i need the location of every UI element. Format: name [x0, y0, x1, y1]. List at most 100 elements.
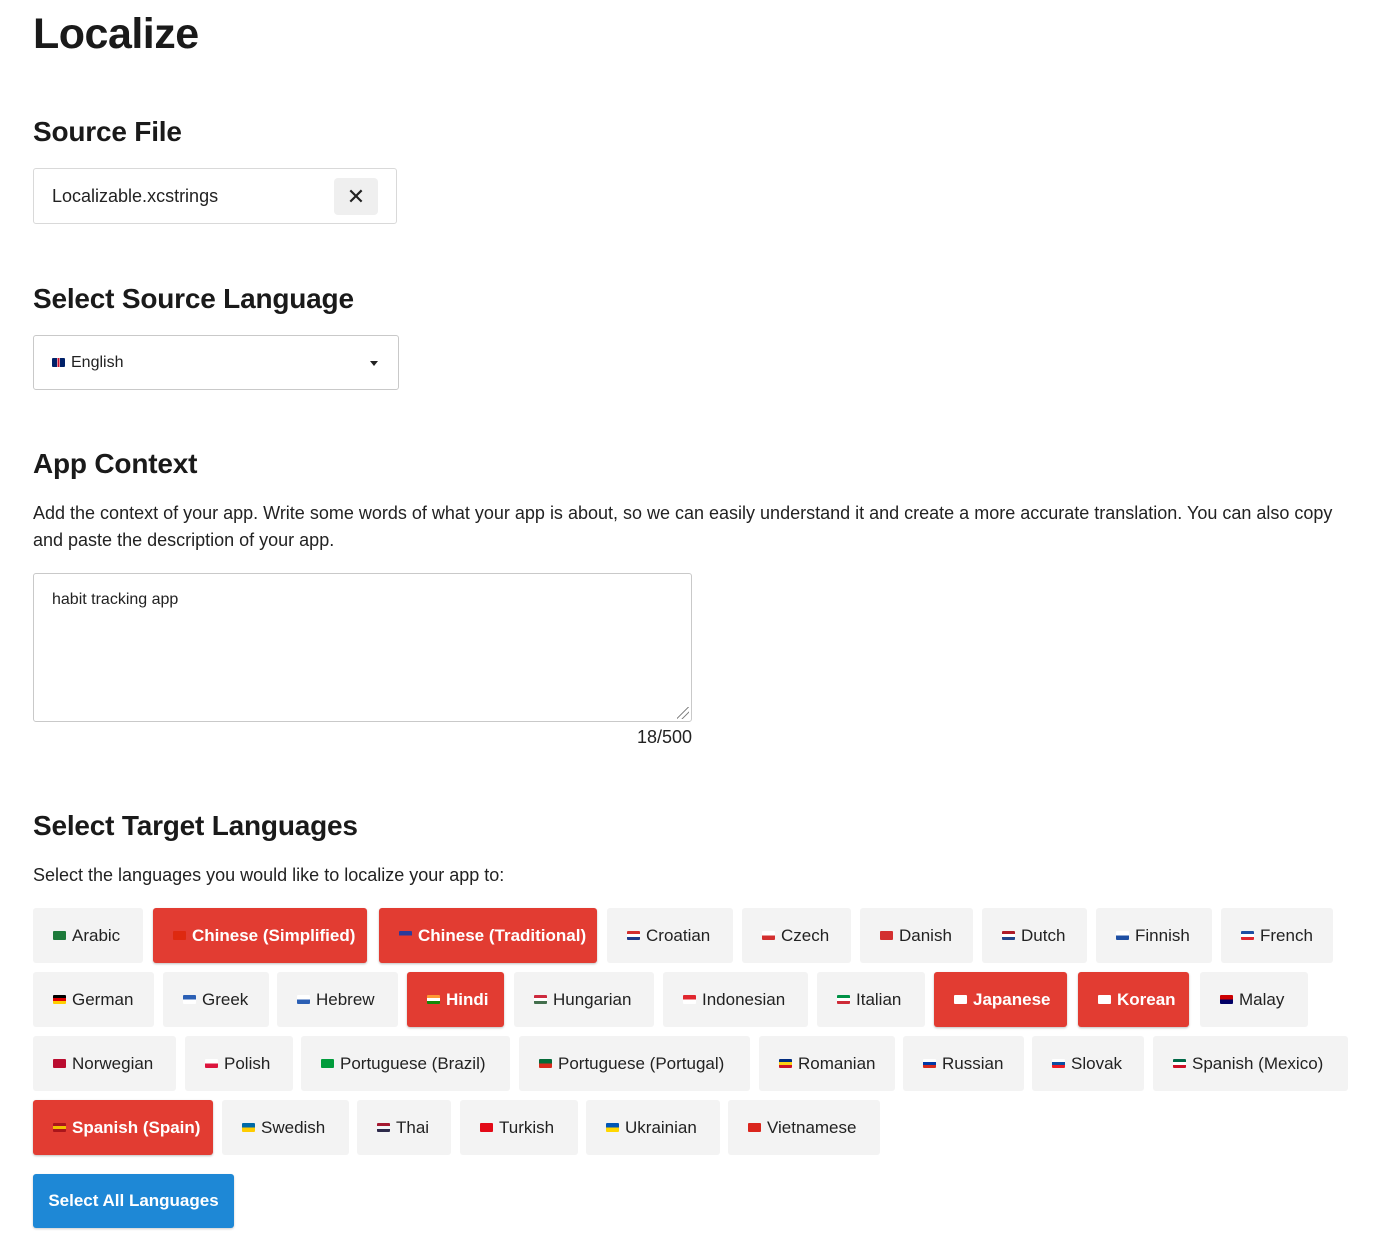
language-chip-thai[interactable]: Thai [357, 1100, 451, 1155]
language-chip-italian[interactable]: Italian [817, 972, 925, 1027]
language-chip-label: Spanish (Spain) [72, 1117, 201, 1137]
flag-icon [242, 1123, 255, 1132]
language-chip-finnish[interactable]: Finnish [1096, 908, 1212, 963]
flag-icon [923, 1059, 936, 1068]
language-chip-label: Polish [224, 1053, 271, 1073]
close-icon: ✕ [346, 183, 366, 209]
language-chip-norwegian[interactable]: Norwegian [33, 1036, 176, 1091]
language-chip-hebrew[interactable]: Hebrew [277, 972, 398, 1027]
language-chip-romanian[interactable]: Romanian [759, 1036, 895, 1091]
language-chip-ukrainian[interactable]: Ukrainian [586, 1100, 720, 1155]
resize-handle-icon[interactable] [677, 707, 689, 719]
language-chip-czech[interactable]: Czech [742, 908, 851, 963]
language-chip-label: Indonesian [702, 989, 786, 1009]
language-chip-vietnamese[interactable]: Vietnamese [728, 1100, 880, 1155]
app-context-description: Add the context of your app. Write some … [33, 503, 1333, 550]
language-chip-label: Romanian [798, 1053, 876, 1073]
character-counter: 18/500 [636, 727, 692, 747]
flag-icon [627, 931, 640, 940]
app-context-textarea[interactable]: habit tracking app [33, 573, 692, 722]
language-chip-spanish-mexico[interactable]: Spanish (Mexico) [1153, 1036, 1348, 1091]
language-chip-korean[interactable]: Korean [1078, 972, 1189, 1027]
language-chip-malay[interactable]: Malay [1200, 972, 1308, 1027]
language-chip-chinese-simplified[interactable]: Chinese (Simplified) [153, 908, 367, 963]
language-chip-portuguese-brazil[interactable]: Portuguese (Brazil) [301, 1036, 510, 1091]
source-language-value: English [71, 353, 124, 371]
flag-icon [399, 931, 412, 940]
clear-file-button[interactable]: ✕ [334, 178, 378, 215]
flag-icon [173, 931, 186, 940]
language-chip-slovak[interactable]: Slovak [1032, 1036, 1144, 1091]
flag-icon [606, 1123, 619, 1132]
language-chip-label: French [1260, 925, 1313, 945]
language-chip-label: Chinese (Traditional) [418, 925, 587, 945]
language-chip-chinese-traditional[interactable]: Chinese (Traditional) [379, 908, 597, 963]
app-context-value: habit tracking app [52, 591, 179, 608]
language-chip-label: Hebrew [316, 989, 375, 1009]
language-chip-hindi[interactable]: Hindi [407, 972, 504, 1027]
language-chip-greek[interactable]: Greek [163, 972, 269, 1027]
flag-icon [53, 1059, 66, 1068]
flag-icon [1116, 931, 1129, 940]
flag-icon [377, 1123, 390, 1132]
language-chip-arabic[interactable]: Arabic [33, 908, 143, 963]
language-chip-danish[interactable]: Danish [860, 908, 973, 963]
language-chip-german[interactable]: German [33, 972, 154, 1027]
flag-icon [1098, 995, 1111, 1004]
language-chip-label: Hungarian [553, 989, 632, 1009]
language-chip-label: Portuguese (Brazil) [340, 1053, 486, 1073]
language-chip-swedish[interactable]: Swedish [222, 1100, 349, 1155]
language-chip-label: Turkish [499, 1117, 555, 1137]
flag-icon [427, 995, 440, 1004]
language-chip-french[interactable]: French [1221, 908, 1333, 963]
app-context-heading: App Context [33, 448, 198, 479]
source-file-heading: Source File [33, 116, 182, 147]
language-chip-label: Norwegian [72, 1053, 154, 1073]
language-chip-label: Swedish [261, 1117, 326, 1137]
language-chip-label: Dutch [1021, 925, 1066, 945]
language-chip-label: Russian [942, 1053, 1004, 1073]
target-languages-heading: Select Target Languages [33, 810, 358, 841]
language-chip-indonesian[interactable]: Indonesian [663, 972, 808, 1027]
source-file-name: Localizable.xcstrings [52, 185, 219, 206]
language-chip-label: Arabic [72, 925, 121, 945]
source-language-heading: Select Source Language [33, 283, 354, 314]
flag-icon [748, 1123, 761, 1132]
source-file-field[interactable]: Localizable.xcstrings ✕ [33, 168, 397, 224]
language-chip-dutch[interactable]: Dutch [982, 908, 1087, 963]
flag-icon [762, 931, 775, 940]
uk-flag-icon [52, 358, 65, 367]
flag-icon [1173, 1059, 1186, 1068]
flag-icon [53, 931, 66, 940]
flag-icon [53, 995, 66, 1004]
select-all-languages-button[interactable]: Select All Languages [33, 1174, 234, 1228]
flag-icon [534, 995, 547, 1004]
flag-icon [539, 1059, 552, 1068]
language-chip-turkish[interactable]: Turkish [460, 1100, 578, 1155]
language-chip-label: Slovak [1071, 1053, 1123, 1073]
language-chip-label: Hindi [446, 989, 489, 1009]
flag-icon [321, 1059, 334, 1068]
language-chip-label: Vietnamese [767, 1117, 857, 1137]
language-chip-label: German [72, 989, 134, 1009]
language-chip-label: Greek [202, 989, 249, 1009]
flag-icon [297, 995, 310, 1004]
flag-icon [779, 1059, 792, 1068]
flag-icon [205, 1059, 218, 1068]
language-chip-croatian[interactable]: Croatian [607, 908, 733, 963]
language-chip-label: Korean [1117, 989, 1176, 1009]
language-chip-polish[interactable]: Polish [185, 1036, 293, 1091]
flag-icon [880, 931, 893, 940]
flag-icon [1002, 931, 1015, 940]
language-chip-hungarian[interactable]: Hungarian [514, 972, 654, 1027]
language-chip-russian[interactable]: Russian [903, 1036, 1024, 1091]
flag-icon [1241, 931, 1254, 940]
language-chip-label: Portuguese (Portugal) [558, 1053, 725, 1073]
language-chip-spanish-spain[interactable]: Spanish (Spain) [33, 1100, 213, 1155]
flag-icon [1220, 995, 1233, 1004]
language-chip-label: Japanese [973, 989, 1051, 1009]
language-chip-portuguese-portugal[interactable]: Portuguese (Portugal) [519, 1036, 750, 1091]
chevron-down-icon [370, 361, 378, 366]
source-language-select[interactable]: English [33, 335, 399, 390]
language-chip-japanese[interactable]: Japanese [934, 972, 1067, 1027]
